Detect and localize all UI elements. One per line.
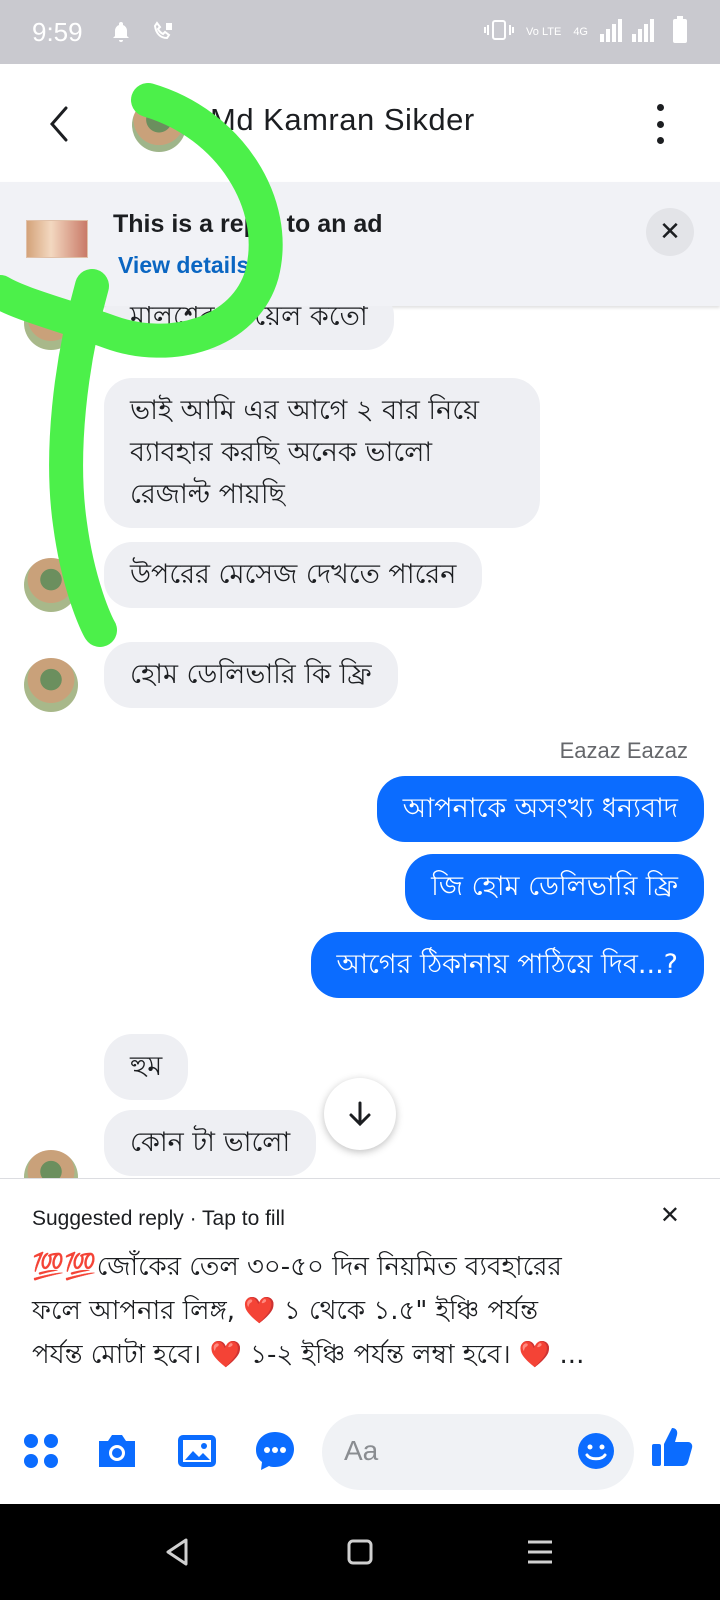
bell-icon — [107, 18, 135, 46]
nav-menu-button[interactable] — [520, 1532, 560, 1572]
more-options-button[interactable] — [650, 104, 670, 144]
sender-avatar[interactable] — [24, 558, 78, 612]
suggestion-line: পর্যন্ত মোটা হবে। ❤️ ১-২ ইঞ্চি পর্যন্ত ল… — [32, 1340, 585, 1370]
system-nav-bar — [0, 1504, 720, 1600]
message-bubble-incoming[interactable]: হোম ডেলিভারি কি ফ্রি — [104, 642, 398, 708]
sender-avatar[interactable] — [24, 658, 78, 712]
chevron-left-icon — [50, 106, 68, 142]
message-list[interactable]: মালশের তেয়েল কতো ভাই আমি এর আগে ২ বার ন… — [0, 306, 720, 1178]
sender-avatar[interactable] — [24, 306, 78, 350]
square-home-icon — [347, 1539, 373, 1565]
volte-label: Vo LTE — [526, 25, 562, 38]
nav-back-button[interactable] — [158, 1532, 198, 1572]
message-text: হুম — [130, 1051, 163, 1082]
triangle-back-icon — [166, 1538, 188, 1566]
message-bubble-incoming[interactable]: ভাই আমি এর আগে ২ বার নিয়ে ব্যাবহার করছি… — [104, 378, 540, 528]
close-icon: ✕ — [659, 1201, 680, 1229]
ad-reply-banner: This is a reply to an ad View details ✕ — [0, 182, 720, 306]
chat-header: Md Kamran Sikder — [0, 64, 720, 182]
sender-name-label: Eazaz Eazaz — [559, 738, 688, 763]
message-text-line: ব্যাবহার করছি অনেক ভালো — [130, 437, 433, 468]
message-text-line: ভাই আমি এর আগে ২ বার নিয়ে — [130, 395, 479, 426]
call-forward-icon — [149, 18, 177, 46]
message-text: উপরের মেসেজ দেখতে পারেন — [130, 559, 457, 590]
clock: 9:59 — [32, 16, 83, 47]
network-type: 4G — [573, 25, 588, 38]
menu-lines-icon — [528, 1540, 552, 1564]
message-text-line: রেজাল্ট পায়ছি — [130, 479, 285, 510]
message-bubble-outgoing[interactable]: আপনাকে অসংখ্য ধন্যবাদ — [376, 776, 704, 842]
status-bar: 9:59 Vo LTE 4G — [0, 0, 720, 64]
message-bubble-incoming[interactable]: উপরের মেসেজ দেখতে পারেন — [104, 542, 483, 608]
vibrate-icon — [484, 18, 515, 46]
suggestion-line: ফলে আপনার লিঙ্গ, ❤️ ১ থেকে ১.৫" ইঞ্চি পর… — [32, 1296, 539, 1326]
ad-thumbnail[interactable] — [26, 220, 88, 258]
close-banner-button[interactable]: ✕ — [646, 208, 694, 256]
apps-icon[interactable] — [18, 1428, 64, 1474]
suggested-reply-header: Suggested reply · Tap to fill — [32, 1207, 285, 1230]
nav-home-button[interactable] — [340, 1532, 380, 1572]
signal-icon — [600, 18, 660, 46]
message-bubble-incoming[interactable]: হুম — [104, 1034, 189, 1100]
message-bubble-incoming[interactable]: মালশের তেয়েল কতো — [104, 306, 394, 350]
scroll-to-bottom-button[interactable] — [324, 1078, 396, 1150]
close-icon: ✕ — [659, 217, 681, 247]
battery-icon — [672, 16, 688, 48]
message-composer: Aa — [0, 1402, 720, 1504]
status-right: Vo LTE 4G — [484, 16, 688, 48]
camera-icon[interactable] — [94, 1428, 140, 1474]
back-button[interactable] — [40, 100, 80, 148]
message-bubble-incoming[interactable]: কোন টা ভালো — [104, 1110, 317, 1176]
message-text: আপনাকে অসংখ্য ধন্যবাদ — [402, 793, 678, 824]
sender-avatar[interactable] — [24, 1150, 78, 1178]
message-bubble-outgoing[interactable]: আগের ঠিকানায় পাঠিয়ে দিব...? — [310, 932, 704, 998]
suggested-reply-panel[interactable]: Suggested reply · Tap to fill ✕ 💯💯জোঁকের… — [0, 1178, 720, 1402]
message-input[interactable]: Aa — [322, 1414, 634, 1490]
suggestion-line: 💯💯জোঁকের তেল ৩০-৫০ দিন নিয়মিত ব্যবহারের — [32, 1252, 562, 1282]
view-details-link[interactable]: View details — [118, 252, 249, 279]
message-text: মালশের তেয়েল কতো — [130, 306, 368, 332]
message-text: হোম ডেলিভারি কি ফ্রি — [130, 659, 372, 690]
gallery-icon[interactable] — [174, 1428, 220, 1474]
contact-name[interactable]: Md Kamran Sikder — [210, 102, 475, 138]
arrow-down-icon — [349, 1101, 371, 1127]
message-input-placeholder: Aa — [344, 1435, 379, 1466]
message-text: জি হোম ডেলিভারি ফ্রি — [431, 871, 678, 902]
contact-avatar[interactable] — [132, 98, 186, 152]
like-icon[interactable] — [650, 1424, 696, 1470]
emoji-icon[interactable] — [576, 1431, 616, 1471]
message-text: আগের ঠিকানায় পাঠিয়ে দিব...? — [336, 949, 678, 980]
suggested-reply-text[interactable]: 💯💯জোঁকের তেল ৩০-৫০ দিন নিয়মিত ব্যবহারের… — [32, 1245, 692, 1377]
close-suggestion-button[interactable]: ✕ — [660, 1201, 680, 1229]
message-text: কোন টা ভালো — [130, 1127, 291, 1158]
chat-dots-icon[interactable] — [252, 1428, 298, 1474]
message-bubble-outgoing[interactable]: জি হোম ডেলিভারি ফ্রি — [405, 854, 704, 920]
ad-banner-title: This is a reply to an ad — [113, 210, 383, 238]
